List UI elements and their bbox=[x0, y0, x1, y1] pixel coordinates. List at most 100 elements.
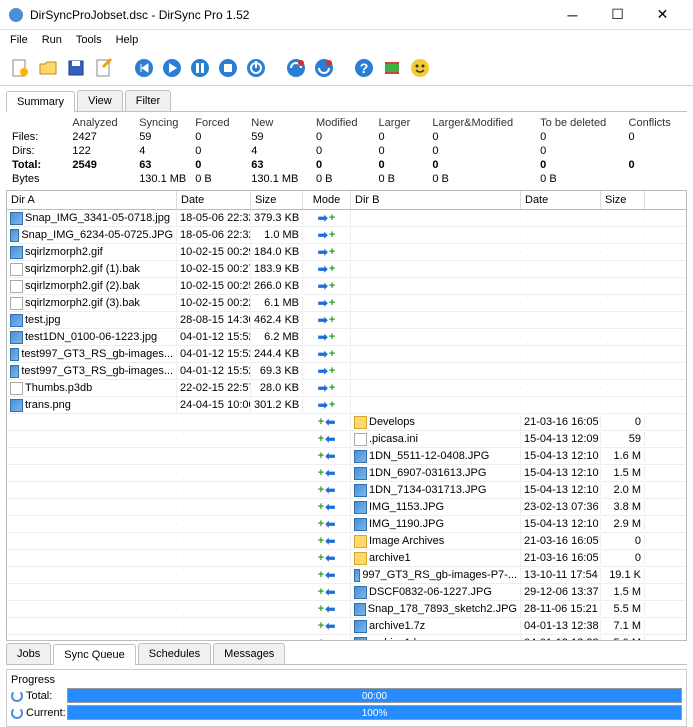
tab-summary[interactable]: Summary bbox=[6, 91, 75, 112]
grid-row[interactable]: +⬅ 1DN_6907-031613.JPG 15-04-13 12:10 1.… bbox=[7, 465, 686, 482]
grid-row[interactable]: +⬅ archive1.7z 04-01-13 12:38 7.1 M bbox=[7, 618, 686, 635]
sync-a-button[interactable] bbox=[284, 56, 308, 80]
file-date: 10-02-15 00:29 bbox=[177, 245, 251, 259]
file-name: sqirlzmorph2.gif (3).bak bbox=[25, 297, 140, 309]
grid-row[interactable]: test997_GT3_RS_gb-images... 04-01-12 15:… bbox=[7, 363, 686, 380]
file-name: 1DN_6907-031613.JPG bbox=[369, 467, 486, 479]
tab-jobs[interactable]: Jobs bbox=[6, 643, 51, 664]
grid-row[interactable]: +⬅ Image Archives 21-03-16 16:05 0 bbox=[7, 533, 686, 550]
grid-row[interactable]: +⬅ archive1.kz 04-01-13 12:38 5.0 M bbox=[7, 635, 686, 640]
file-name: test997_GT3_RS_gb-images... bbox=[21, 348, 173, 360]
img-icon bbox=[10, 331, 23, 344]
grid-row[interactable]: +⬅ 1DN_7134-031713.JPG 15-04-13 12:10 2.… bbox=[7, 482, 686, 499]
plus-icon: + bbox=[329, 399, 335, 411]
file-date: 28-08-15 14:30 bbox=[177, 313, 251, 327]
menu-help[interactable]: Help bbox=[110, 32, 145, 48]
grid-row[interactable]: +⬅ IMG_1153.JPG 23-02-13 07:36 3.8 M bbox=[7, 499, 686, 516]
img-icon bbox=[354, 484, 367, 497]
tab-filter[interactable]: Filter bbox=[125, 90, 171, 111]
file-size: 2.0 M bbox=[601, 483, 645, 497]
doc-icon bbox=[354, 433, 367, 446]
sync-mode: +⬅ bbox=[303, 414, 351, 430]
about-button[interactable] bbox=[408, 56, 432, 80]
edit-button[interactable] bbox=[92, 56, 116, 80]
plus-icon: + bbox=[318, 484, 324, 496]
tab-messages[interactable]: Messages bbox=[213, 643, 285, 664]
grid-row[interactable]: test.jpg 28-08-15 14:30 462.4 KB ➡+ bbox=[7, 312, 686, 329]
open-button[interactable] bbox=[36, 56, 60, 80]
plus-icon: + bbox=[318, 450, 324, 462]
file-name: archive1 bbox=[369, 552, 411, 564]
plus-icon: + bbox=[318, 620, 324, 632]
sync-b-button[interactable] bbox=[312, 56, 336, 80]
grid-row[interactable]: +⬅ 1DN_5511-12-0408.JPG 15-04-13 12:10 1… bbox=[7, 448, 686, 465]
sync-mode: +⬅ bbox=[303, 584, 351, 600]
close-button[interactable]: ✕ bbox=[640, 1, 685, 29]
minimize-button[interactable]: ─ bbox=[550, 1, 595, 29]
col-size-a[interactable]: Size bbox=[251, 191, 303, 209]
file-name: DSCF0832-06-1227.JPG bbox=[369, 586, 492, 598]
grid-row[interactable]: +⬅ DSCF0832-06-1227.JPG 29-12-06 13:37 1… bbox=[7, 584, 686, 601]
pause-button[interactable] bbox=[188, 56, 212, 80]
grid-row[interactable]: sqirlzmorph2.gif (2).bak 10-02-15 00:25 … bbox=[7, 278, 686, 295]
new-button[interactable] bbox=[8, 56, 32, 80]
file-name: test1DN_0100-06-1223.jpg bbox=[25, 331, 157, 343]
grid-row[interactable]: +⬅ Snap_178_7893_sketch2.JPG 28-11-06 15… bbox=[7, 601, 686, 618]
file-name: IMG_1153.JPG bbox=[369, 501, 444, 513]
file-size: 1.0 MB bbox=[251, 228, 303, 242]
col-mode[interactable]: Mode bbox=[303, 191, 351, 209]
sync-mode: +⬅ bbox=[303, 465, 351, 481]
app-icon bbox=[8, 7, 24, 23]
plus-icon: + bbox=[318, 552, 324, 564]
play-button[interactable] bbox=[160, 56, 184, 80]
plus-icon: + bbox=[329, 365, 335, 377]
arrow-left-icon: ⬅ bbox=[325, 449, 335, 463]
col-dir-b[interactable]: Dir B bbox=[351, 191, 521, 209]
grid-row[interactable]: +⬅ 997_GT3_RS_gb-images-P7-... 13-10-11 … bbox=[7, 567, 686, 584]
stop-button[interactable] bbox=[216, 56, 240, 80]
arrow-left-icon: ⬅ bbox=[325, 432, 335, 446]
grid-row[interactable]: +⬅ Develops 21-03-16 16:05 0 bbox=[7, 414, 686, 431]
window-title: DirSyncProJobset.dsc - DirSync Pro 1.52 bbox=[30, 8, 550, 22]
menu-run[interactable]: Run bbox=[36, 32, 68, 48]
tab-schedules[interactable]: Schedules bbox=[138, 643, 211, 664]
file-size: 244.4 KB bbox=[251, 347, 303, 361]
col-date-b[interactable]: Date bbox=[521, 191, 601, 209]
file-date: 29-12-06 13:37 bbox=[521, 585, 601, 599]
col-date-a[interactable]: Date bbox=[177, 191, 251, 209]
arrow-left-icon: ⬅ bbox=[325, 568, 335, 582]
grid-row[interactable]: trans.png 24-04-15 10:00 301.2 KB ➡+ bbox=[7, 397, 686, 414]
grid-row[interactable]: sqirlzmorph2.gif (1).bak 10-02-15 00:27 … bbox=[7, 261, 686, 278]
grid-row[interactable]: test1DN_0100-06-1223.jpg 04-01-12 15:52 … bbox=[7, 329, 686, 346]
menu-tools[interactable]: Tools bbox=[70, 32, 108, 48]
col-dir-a[interactable]: Dir A bbox=[7, 191, 177, 209]
col-size-b[interactable]: Size bbox=[601, 191, 645, 209]
tab-view[interactable]: View bbox=[77, 90, 123, 111]
help-button[interactable]: ? bbox=[352, 56, 376, 80]
docs-button[interactable] bbox=[380, 56, 404, 80]
arrow-left-icon: ⬅ bbox=[325, 517, 335, 531]
save-button[interactable] bbox=[64, 56, 88, 80]
grid-row[interactable]: +⬅ .picasa.ini 15-04-13 12:09 59 bbox=[7, 431, 686, 448]
grid-row[interactable]: sqirlzmorph2.gif (3).bak 10-02-15 00:22 … bbox=[7, 295, 686, 312]
grid-row[interactable]: Thumbs.p3db 22-02-15 22:57 28.0 KB ➡+ bbox=[7, 380, 686, 397]
maximize-button[interactable]: ☐ bbox=[595, 1, 640, 29]
img-icon bbox=[10, 212, 23, 225]
plus-icon: + bbox=[329, 348, 335, 360]
menu-file[interactable]: File bbox=[4, 32, 34, 48]
grid-row[interactable]: +⬅ IMG_1190.JPG 15-04-13 12:10 2.9 M bbox=[7, 516, 686, 533]
skip-back-button[interactable] bbox=[132, 56, 156, 80]
grid-row[interactable]: +⬅ archive1 21-03-16 16:05 0 bbox=[7, 550, 686, 567]
grid-row[interactable]: Snap_IMG_3341-05-0718.jpg 18-05-06 22:32… bbox=[7, 210, 686, 227]
plus-icon: + bbox=[318, 569, 324, 581]
shutdown-button[interactable] bbox=[244, 56, 268, 80]
grid-body[interactable]: Snap_IMG_3341-05-0718.jpg 18-05-06 22:32… bbox=[7, 210, 686, 640]
grid-row[interactable]: test997_GT3_RS_gb-images... 04-01-12 15:… bbox=[7, 346, 686, 363]
sync-mode: +⬅ bbox=[303, 601, 351, 617]
grid-row[interactable]: Snap_IMG_6234-05-0725.JPG 18-05-06 22:32… bbox=[7, 227, 686, 244]
tab-sync-queue[interactable]: Sync Queue bbox=[53, 644, 136, 665]
grid-row[interactable]: sqirlzmorph2.gif 10-02-15 00:29 184.0 KB… bbox=[7, 244, 686, 261]
file-name: trans.png bbox=[25, 399, 71, 411]
plus-icon: + bbox=[318, 433, 324, 445]
progress-total-bar: 00:00 bbox=[67, 688, 682, 703]
